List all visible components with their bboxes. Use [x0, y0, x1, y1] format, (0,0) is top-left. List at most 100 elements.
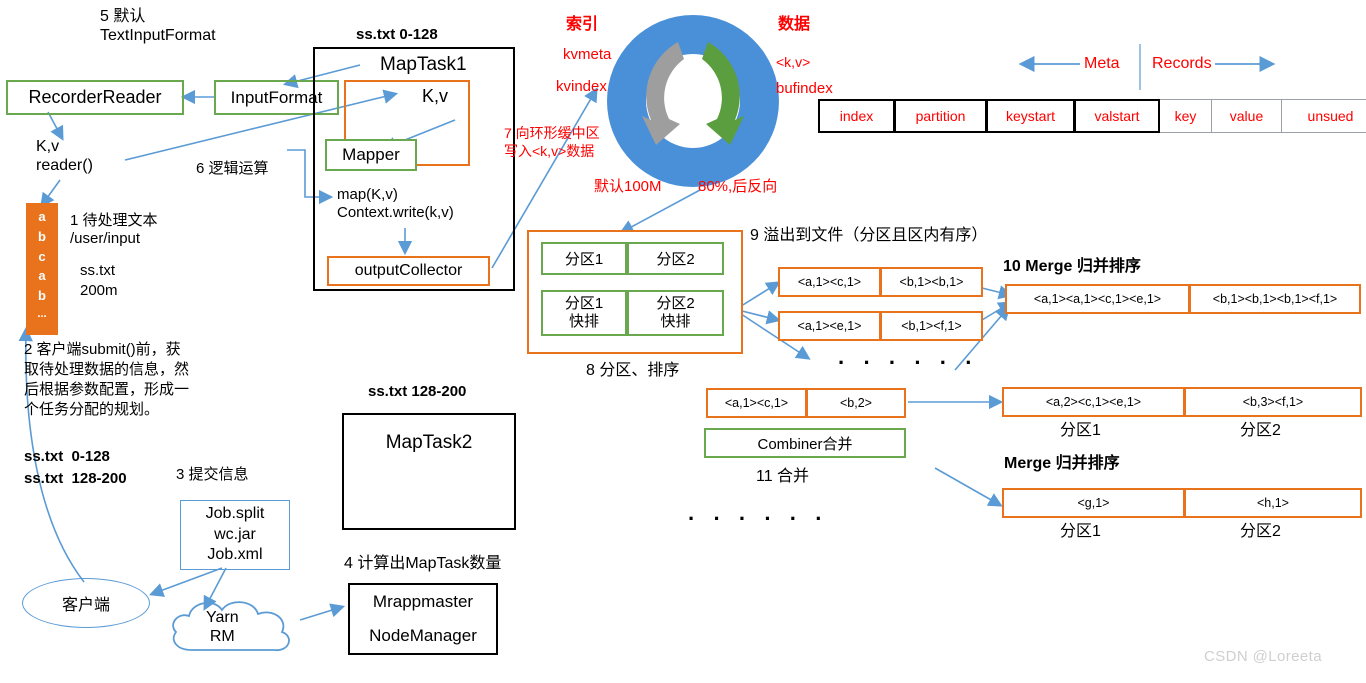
- partition-cell-1b: 分区2: [627, 242, 724, 275]
- partition-cell-2b-label: 分区2 快排: [656, 294, 695, 330]
- spill-2-part2-label: <b,1><f,1>: [901, 319, 962, 333]
- split-2-label: ss.txt 128-200: [24, 470, 127, 487]
- input-format-label: InputFormat: [230, 87, 323, 107]
- partition-cell-2b: 分区2 快排: [627, 290, 724, 336]
- result1-part1-caption: 分区1: [1060, 422, 1101, 439]
- merge-bottom-part1: <g,1>: [1002, 488, 1184, 518]
- combine-part2: <b,2>: [806, 388, 906, 418]
- combiner-label: Combiner合并: [757, 435, 853, 453]
- map-call-label: map(K,v) Context.write(k,v): [337, 186, 454, 221]
- client-ellipse: 客户端: [22, 578, 150, 628]
- partition-cell-1b-label: 分区2: [656, 251, 695, 268]
- output-collector-box: outputCollector: [327, 256, 490, 286]
- file-char-2: c: [38, 248, 46, 264]
- record-cell-value-label: value: [1229, 108, 1264, 124]
- job-submit-label: Job.split wc.jar Job.xml: [205, 505, 265, 564]
- yarn-cloud: Yarn RM: [162, 592, 304, 664]
- partition-cell-2a: 分区1 快排: [541, 290, 627, 336]
- step5-label: 5 默认 TextInputFormat: [100, 8, 216, 44]
- recorder-reader-box: RecorderReader: [6, 80, 184, 115]
- spill-2-part2: <b,1><f,1>: [880, 311, 983, 341]
- step11-label: 11 合并: [756, 468, 810, 485]
- maptask2-split-label: ss.txt 128-200: [368, 383, 467, 400]
- merge-bottom-part1-caption: 分区1: [1060, 523, 1101, 540]
- spill-file-row-2: <a,1><e,1> <b,1><f,1>: [778, 311, 983, 341]
- record-cell-key-label: key: [1174, 108, 1197, 124]
- merge-bottom-part2-label: <h,1>: [1257, 496, 1289, 510]
- job-submit-box: Job.split wc.jar Job.xml: [180, 500, 290, 570]
- file-char-0: a: [38, 209, 46, 224]
- spill-1-part1-label: <a,1><c,1>: [797, 275, 862, 289]
- spill-2-part1-label: <a,1><e,1>: [797, 319, 862, 333]
- file-char-3: a: [38, 268, 46, 284]
- maptask2-box: MapTask2: [342, 413, 516, 530]
- merge10-row: <a,1><a,1><c,1><e,1> <b,1><b,1><b,1><f,1…: [1005, 284, 1361, 314]
- file-char-4: b: [38, 288, 46, 303]
- yarn-label: Yarn RM: [206, 609, 239, 645]
- meta-cell-partition: partition: [894, 99, 986, 133]
- spill-ellipsis: · · · · · ·: [838, 350, 979, 375]
- combine-part1-label: <a,1><c,1>: [724, 396, 789, 410]
- step9-label: 9 溢出到文件（分区且区内有序）: [750, 227, 988, 244]
- result1-part2-label: <b,3><f,1>: [1242, 395, 1304, 409]
- spill-1-part2: <b,1><b,1>: [880, 267, 983, 297]
- bufindex-label: bufindex: [776, 80, 833, 97]
- merge10-part1: <a,1><a,1><c,1><e,1>: [1005, 284, 1189, 314]
- recorder-reader-label: RecorderReader: [28, 87, 162, 107]
- records-direction-label: Records: [1152, 55, 1212, 72]
- kvindex-label: kvindex: [556, 78, 607, 95]
- ring-index-label: 索引: [566, 16, 599, 33]
- mrappmaster-box: Mrappmaster NodeManager: [348, 583, 498, 655]
- input-file-size: 200m: [80, 282, 118, 299]
- meta-cell-keystart-label: keystart: [1005, 108, 1055, 124]
- step2-label: 2 客户端submit()前，获 取待处理数据的信息，然 后根据参数配置，形成一…: [24, 341, 190, 418]
- mrappmaster-label: Mrappmaster: [372, 592, 474, 611]
- result1-part1-label: <a,2><c,1><e,1>: [1045, 395, 1142, 409]
- ring-buffer-graphic: [607, 15, 779, 187]
- meta-direction-label: Meta: [1084, 55, 1120, 72]
- ring-kv-label: <k,v>: [776, 54, 811, 70]
- meta-cell-keystart: keystart: [986, 99, 1074, 133]
- ring-default-size-label: 默认100M: [594, 178, 662, 195]
- result1-part2-caption: 分区2: [1240, 422, 1281, 439]
- combiner-box: Combiner合并: [704, 428, 906, 458]
- spill-1-part1: <a,1><c,1>: [778, 267, 880, 297]
- kv-reader-label: K,v reader(): [36, 138, 93, 174]
- kvmeta-label: kvmeta: [563, 46, 612, 63]
- step3-label: 3 提交信息: [176, 466, 249, 483]
- input-file-block: a b c a b ...: [26, 203, 58, 335]
- merge10-part1-label: <a,1><a,1><c,1><e,1>: [1033, 292, 1162, 306]
- merge10-title: 10 Merge 归并排序: [1003, 258, 1141, 275]
- record-cell-unsued-label: unsued: [1307, 108, 1354, 124]
- meta-cell-valstart-label: valstart: [1094, 108, 1140, 124]
- mapper-label: Mapper: [342, 145, 400, 164]
- partition-row-2: 分区1 快排 分区2 快排: [541, 290, 724, 336]
- record-cell-value: value: [1212, 99, 1282, 133]
- step4-label: 4 计算出MapTask数量: [344, 555, 502, 572]
- meta-cell-index: index: [818, 99, 894, 133]
- merge10-part2-label: <b,1><b,1><b,1><f,1>: [1212, 292, 1338, 306]
- client-label: 客户端: [61, 597, 110, 614]
- merge-bottom-part2: <h,1>: [1184, 488, 1362, 518]
- combine-part2-label: <b,2>: [840, 396, 872, 410]
- merge-bottom-part2-caption: 分区2: [1240, 523, 1281, 540]
- merge-bottom-part1-label: <g,1>: [1077, 496, 1110, 510]
- maptask2-title: MapTask2: [385, 432, 473, 453]
- spill-file-row-1: <a,1><c,1> <b,1><b,1>: [778, 267, 983, 297]
- result1-part1: <a,2><c,1><e,1>: [1002, 387, 1184, 417]
- nodemanager-label: NodeManager: [369, 626, 477, 645]
- diagram-canvas: 5 默认 TextInputFormat RecorderReader Inpu…: [0, 0, 1366, 683]
- maptask1-split-label: ss.txt 0-128: [356, 26, 438, 43]
- partition-cell-1a: 分区1: [541, 242, 627, 275]
- file-char-1: b: [38, 228, 46, 244]
- watermark: CSDN @Loreeta: [1204, 648, 1322, 665]
- meta-records-table: index partition keystart valstart key va…: [818, 99, 1366, 133]
- combine-row: <a,1><c,1> <b,2>: [706, 388, 906, 418]
- spill-1-part2-label: <b,1><b,1>: [899, 275, 964, 289]
- input-file-name: ss.txt: [80, 262, 116, 279]
- step7-label: 7 向环形缓中区 写入<k,v>数据: [504, 125, 600, 160]
- bottom-ellipsis: · · · · · ·: [688, 506, 829, 531]
- result-row-1: <a,2><c,1><e,1> <b,3><f,1>: [1002, 387, 1362, 417]
- result1-part2: <b,3><f,1>: [1184, 387, 1362, 417]
- ring-threshold-label: 80%,后反向: [698, 178, 778, 195]
